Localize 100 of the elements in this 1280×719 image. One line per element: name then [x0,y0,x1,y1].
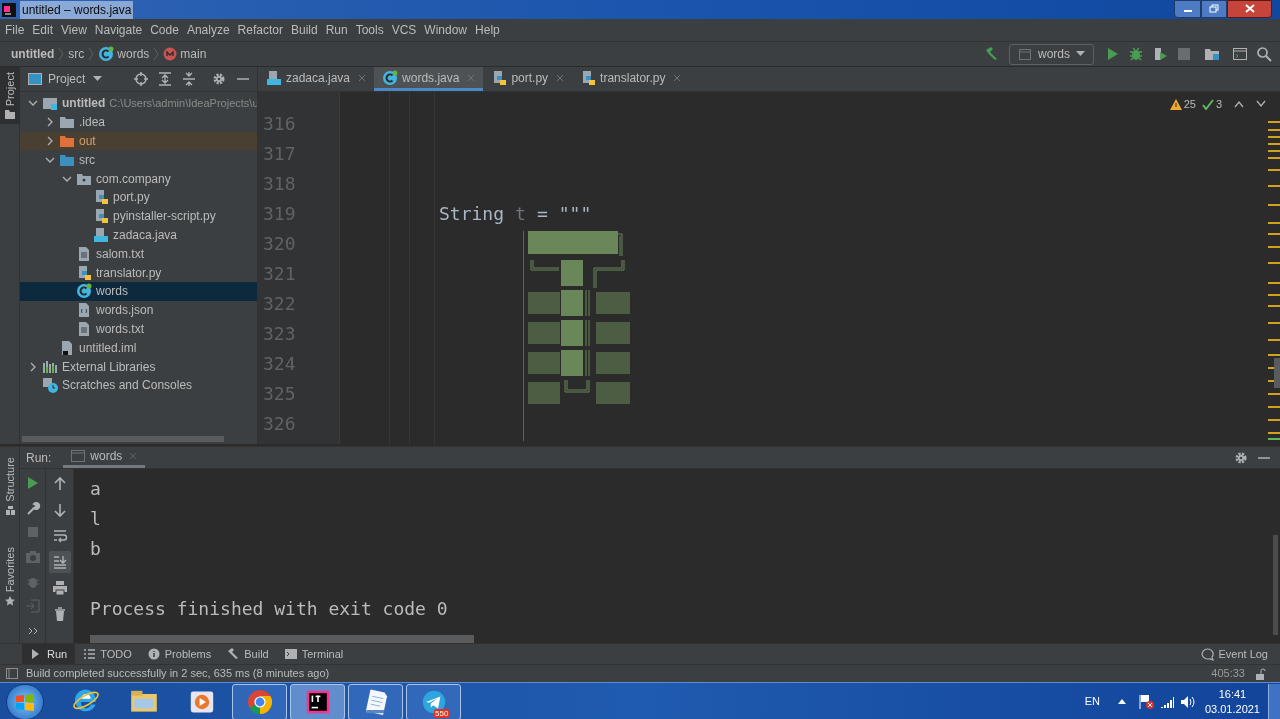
tree-item[interactable]: words.txt [20,319,257,339]
info-icon [147,648,160,660]
notification-badge: 550 [434,708,450,718]
menu-item[interactable]: Tools [351,21,388,39]
menu-item[interactable]: Refactor [233,21,287,39]
editor-tab[interactable]: translator.py [572,67,690,91]
tree-item[interactable]: untitled C:\Users\admin\IdeaProjects\u [20,94,257,113]
breadcrumb[interactable]: untitled [10,45,56,63]
tool-window-tab[interactable]: Build [219,644,277,664]
tree-item[interactable]: out [20,131,257,151]
speech-bubble-icon [1201,647,1215,661]
python-file-icon [93,189,109,206]
breadcrumb[interactable]: words [97,45,151,63]
run-configuration-dropdown[interactable]: words [1009,43,1094,65]
module-folder-icon [42,95,58,112]
taskbar-button[interactable]: 550 [406,683,461,719]
scrollbar-thumb[interactable] [1273,535,1278,635]
menu-item[interactable]: Navigate [90,21,147,39]
warning-count[interactable]: 25 [1169,96,1196,113]
chevron-right-icon[interactable] [45,117,55,128]
tree-item[interactable]: External Libraries [20,357,257,376]
tree-item[interactable]: words.json [20,300,257,320]
language-indicator[interactable]: EN [1084,693,1100,710]
panel-toggle-icon [6,668,18,679]
scrollbar-thumb[interactable] [22,436,224,442]
tool-window-tab[interactable]: TODO [75,644,140,664]
menu-item[interactable]: View [57,21,91,39]
tree-item[interactable]: words [20,281,257,301]
tree-item[interactable]: salom.txt [20,244,257,264]
tool-window-tab[interactable]: Terminal [276,644,352,664]
menu-item[interactable]: Build [286,21,322,39]
menu-item[interactable]: Analyze [182,21,234,39]
side-tab[interactable]: Structure [0,452,20,520]
search-icon [1256,46,1272,62]
taskbar-button[interactable] [290,683,345,719]
chevron-up-icon [1234,100,1244,109]
menu-item[interactable]: Run [321,21,352,39]
scrollbar-thumb[interactable] [90,635,474,643]
caret-position[interactable]: 405:33 [1211,665,1245,682]
tree-item[interactable]: zadaca.java [20,225,257,245]
scroll-to-end-button[interactable] [48,551,71,573]
tree-item[interactable]: pyinstaller-script.py [20,206,257,226]
editor-tab[interactable]: zadaca.java [258,67,375,91]
close-icon [358,73,367,82]
terminal-icon [1232,46,1248,62]
collapse-all-icon [182,72,196,86]
restore-button[interactable] [1201,0,1227,18]
close-icon [1244,4,1255,13]
clock[interactable]: 16:41 03.01.2021 [1204,686,1260,717]
path-label: C:\Users\admin\IdeaProjects\u [109,96,257,112]
start-button[interactable] [6,683,44,719]
warning-icon [1169,98,1182,110]
chevron-right-icon[interactable] [45,136,55,146]
menu-item[interactable]: VCS [387,21,421,39]
tree-item[interactable]: com.company [20,169,257,188]
settings-icon [1234,450,1248,465]
console-icon [71,450,86,462]
menu-item[interactable]: Code [146,21,183,39]
tree-item[interactable]: src [20,150,257,170]
view-selector[interactable]: Project [48,70,103,88]
unlock-icon [1255,667,1266,680]
menu-item[interactable]: File [1,21,29,39]
tree-item[interactable]: Scratches and Consoles [20,375,257,395]
chevron-down-icon [1256,100,1266,109]
tree-item-label: com.company [96,170,171,188]
app-icon [2,2,16,17]
chevron-right-icon[interactable] [28,361,38,372]
taskbar-button[interactable] [348,683,403,719]
tree-item[interactable]: translator.py [20,263,257,282]
editor-tab[interactable]: words.java [374,67,484,91]
tree-item[interactable]: untitled.iml [20,338,257,358]
tree-item[interactable]: port.py [20,188,257,207]
status-message: Build completed successfully in 2 sec, 635 ms (8 minutes ago) [26,666,330,682]
menu-item[interactable]: Help [471,21,504,39]
minimize-button[interactable] [1174,0,1201,18]
chevron-icon [152,47,161,61]
side-tab[interactable]: Favorites [0,541,20,611]
event-log-button[interactable]: Event Log [1201,645,1268,663]
tool-window-tab[interactable]: Problems [139,644,220,664]
camera-icon [24,549,41,565]
build-icon [983,46,999,62]
java-file-icon [266,69,282,86]
tree-item[interactable]: .idea [20,112,257,132]
breadcrumb[interactable]: src [67,45,86,63]
editor-tab[interactable]: port.py [483,67,573,91]
check-count[interactable]: 3 [1201,96,1222,113]
menu-item[interactable]: Window [420,21,472,39]
speaker-icon [1179,694,1195,709]
menu-item[interactable]: Edit [28,21,58,39]
close-button[interactable] [1227,0,1272,18]
folder-grid-icon [1204,46,1220,62]
code-token: t [515,201,526,226]
close-icon [129,452,138,460]
side-tab[interactable]: Project [0,67,20,125]
show-desktop-button[interactable] [1268,683,1280,719]
chevron-icon [87,47,96,61]
locate-button[interactable] [131,69,151,89]
tool-window-tab[interactable]: Run [22,644,76,664]
breadcrumb[interactable]: main [162,45,208,63]
show-hidden-icons-icon [1117,699,1126,704]
